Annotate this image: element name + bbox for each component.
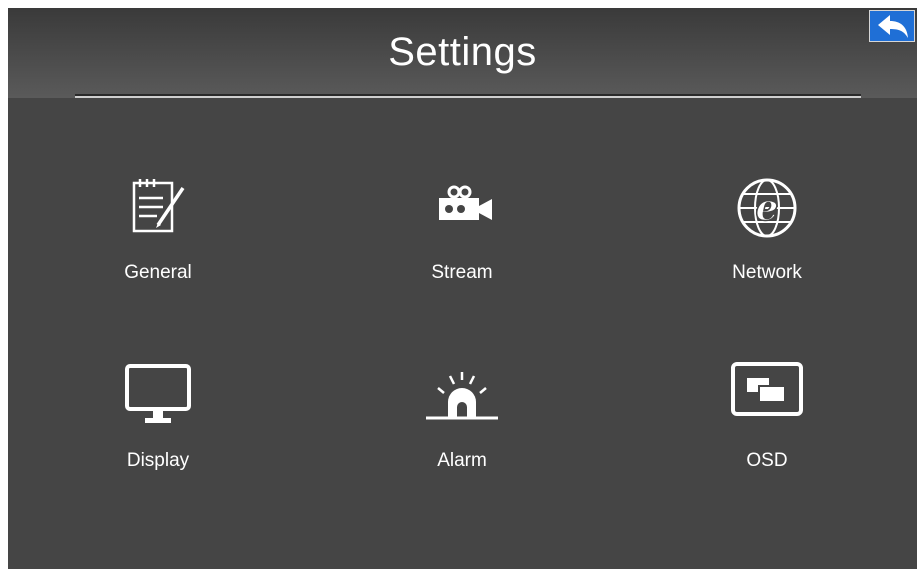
osd-overlay-icon [731, 362, 803, 416]
monitor-icon [125, 364, 191, 423]
menu-item-label: Stream [431, 262, 493, 283]
back-button[interactable] [869, 10, 915, 42]
menu-item-label: Display [126, 450, 190, 471]
alarm-siren-icon [426, 372, 498, 420]
menu-item-label: General [124, 262, 192, 283]
settings-screen: Settings General Stream e Network Displa… [8, 8, 917, 569]
back-arrow-icon [878, 15, 908, 38]
menu-item-alarm[interactable]: Alarm [362, 358, 562, 508]
menu-item-display[interactable]: Display [58, 358, 258, 508]
header-bar: Settings [8, 8, 917, 98]
header-divider [75, 94, 861, 98]
notepad-pencil-icon [132, 179, 185, 233]
menu-item-label: OSD [746, 450, 788, 471]
svg-text:e: e [756, 187, 779, 229]
page-title: Settings [388, 30, 537, 74]
video-camera-icon [439, 185, 492, 220]
menu-item-label: Alarm [437, 450, 487, 471]
menu-item-osd[interactable]: OSD [667, 358, 867, 508]
globe-e-icon: e [737, 178, 797, 238]
menu-item-label: Network [732, 262, 802, 283]
menu-item-general[interactable]: General [58, 170, 258, 320]
menu-item-stream[interactable]: Stream [362, 170, 562, 320]
menu-item-network[interactable]: e Network [667, 170, 867, 320]
